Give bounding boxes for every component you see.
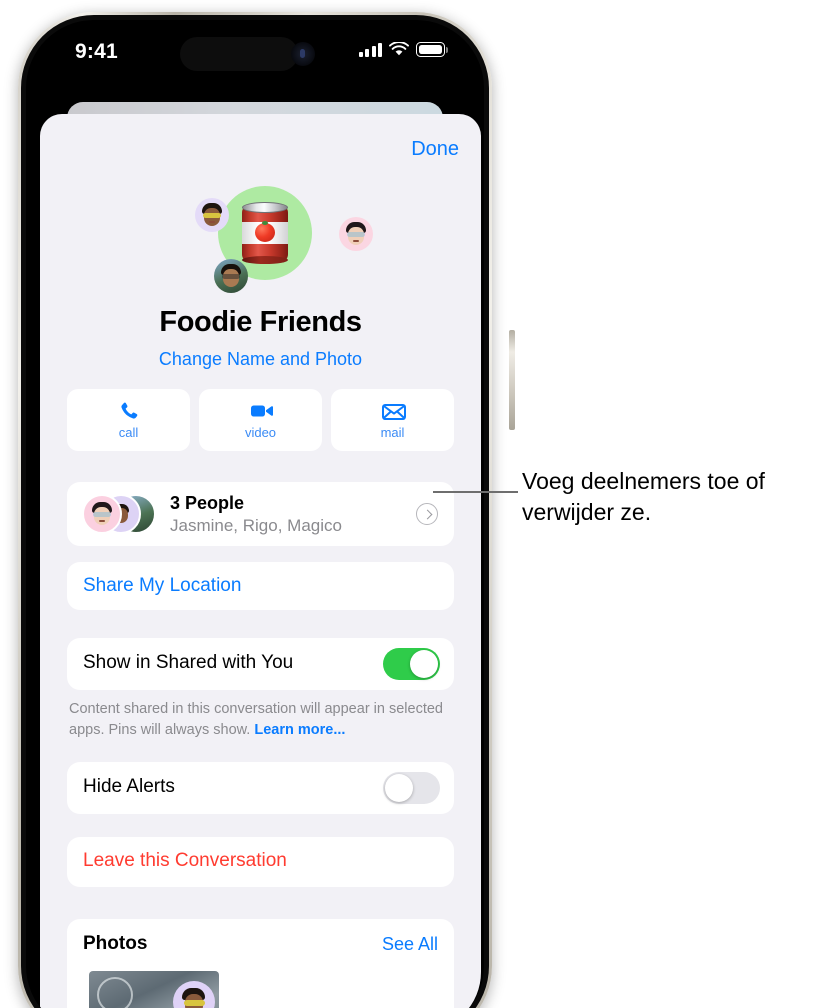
see-all-photos-link[interactable]: See All (382, 934, 438, 955)
hide-alerts-label: Hide Alerts (83, 776, 175, 797)
iphone-device-frame: 9:41 Done Foodie Friends Change Name and… (18, 12, 515, 1008)
power-button[interactable] (509, 330, 515, 430)
phone-icon (117, 400, 141, 422)
people-names-label: Jasmine, Rigo, Magico (170, 516, 342, 535)
video-icon (249, 400, 273, 422)
shared-with-you-footnote: Content shared in this conversation will… (69, 699, 451, 741)
screenshot-stage: 9:41 Done Foodie Friends Change Name and… (0, 0, 825, 1008)
people-avatar-stack (82, 494, 156, 534)
member-avatar-2 (339, 217, 373, 251)
mail-icon (381, 400, 406, 422)
hide-alerts-toggle[interactable] (383, 772, 440, 804)
mail-button[interactable]: mail (331, 389, 454, 451)
share-my-location-label[interactable]: Share My Location (83, 575, 241, 597)
callout-leader-line (433, 491, 518, 493)
leave-conversation-row[interactable]: Leave this Conversation (67, 837, 454, 887)
show-in-shared-with-you-label: Show in Shared with You (83, 652, 294, 673)
share-my-location-row[interactable]: Share My Location (67, 562, 454, 610)
toggle-knob (385, 774, 413, 802)
group-name: Foodie Friends (159, 306, 362, 338)
toggle-knob (410, 650, 438, 678)
wifi-icon (389, 41, 409, 57)
leave-conversation-label[interactable]: Leave this Conversation (83, 850, 287, 872)
group-header: Foodie Friends Change Name and Photo (40, 186, 481, 369)
member-avatar-1 (195, 198, 229, 232)
front-camera-icon (291, 42, 315, 66)
phone-screen: 9:41 Done Foodie Friends Change Name and… (29, 22, 481, 1008)
people-row[interactable]: 3 People Jasmine, Rigo, Magico (67, 482, 454, 546)
show-in-shared-with-you-toggle[interactable] (383, 648, 440, 680)
done-button[interactable]: Done (411, 138, 459, 161)
group-avatar-cluster[interactable] (40, 186, 481, 302)
photos-section: Photos See All (67, 919, 454, 1008)
change-name-and-photo-link[interactable]: Change Name and Photo (40, 349, 481, 370)
status-bar-indicators (358, 41, 448, 57)
battery-icon (416, 42, 448, 57)
people-count-label: 3 People (170, 493, 245, 513)
group-details-sheet: Done Foodie Friends Change Name and Phot… (40, 114, 481, 1008)
photos-title: Photos (83, 933, 148, 954)
status-bar-time: 9:41 (75, 40, 118, 63)
show-in-shared-with-you-row[interactable]: Show in Shared with You (67, 638, 454, 690)
hide-alerts-row[interactable]: Hide Alerts (67, 762, 454, 814)
video-button[interactable]: video (199, 389, 322, 451)
cellular-signal-icon (358, 42, 382, 57)
member-avatar-3 (214, 259, 248, 293)
mail-button-label: mail (380, 425, 405, 440)
photo-glass-detail (97, 977, 133, 1008)
status-bar: 9:41 (29, 22, 481, 84)
call-button-label: call (118, 425, 139, 440)
chevron-right-circle-icon[interactable] (416, 503, 438, 525)
learn-more-link[interactable]: Learn more... (254, 722, 345, 738)
people-avatar-1 (82, 494, 122, 534)
callout-text: Voeg deelnemers toe of verwijder ze. (522, 468, 765, 525)
quick-actions-row: call video mail (67, 389, 454, 451)
video-button-label: video (244, 425, 277, 440)
call-button[interactable]: call (67, 389, 190, 451)
dynamic-island (180, 37, 298, 71)
